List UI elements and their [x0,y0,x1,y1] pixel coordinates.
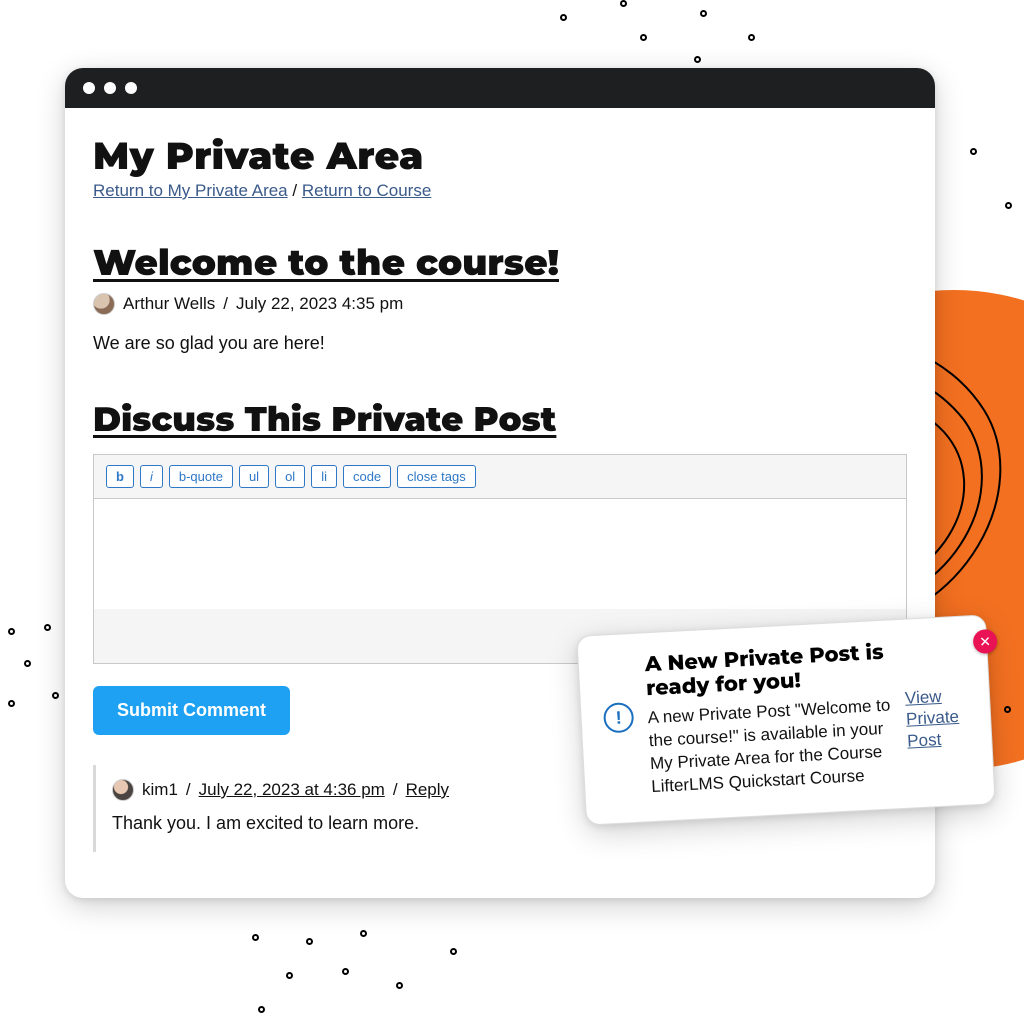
discuss-heading: Discuss This Private Post [93,398,907,440]
decor-dot [748,34,755,41]
avatar [93,293,115,315]
decor-dot [24,660,31,667]
view-private-post-link[interactable]: View Private Post [904,684,971,751]
toolbar-btn-ol[interactable]: ol [275,465,305,488]
decor-dot [1005,202,1012,209]
post-author: Arthur Wells [123,294,215,314]
decor-dot [1004,706,1011,713]
toolbar-btn-italic[interactable]: i [140,465,163,488]
close-glyph: ✕ [979,633,992,651]
breadcrumb-return-course[interactable]: Return to Course [302,181,431,200]
comment-body: Thank you. I am excited to learn more. [112,813,891,834]
comment-sep: / [393,780,398,800]
window-titlebar [65,68,935,108]
decor-dot [396,982,403,989]
toolbar-btn-ul[interactable]: ul [239,465,269,488]
decor-dot [8,628,15,635]
avatar [112,779,134,801]
decor-dot [640,34,647,41]
comment-author: kim1 [142,780,178,800]
comment-sep: / [186,780,191,800]
decor-dot [970,148,977,155]
toolbar-btn-li[interactable]: li [311,465,337,488]
decor-dot [694,56,701,63]
breadcrumb-sep: / [292,181,297,200]
post-meta: Arthur Wells / July 22, 2023 4:35 pm [93,293,907,315]
post-title: Welcome to the course! [93,241,907,285]
editor-toolbar: b i b-quote ul ol li code close tags [94,455,906,499]
decor-dot [44,624,51,631]
breadcrumb-return-area[interactable]: Return to My Private Area [93,181,288,200]
comment-reply-link[interactable]: Reply [406,780,449,800]
breadcrumb: Return to My Private Area / Return to Co… [93,181,907,201]
window-control-min[interactable] [104,82,116,94]
decor-dot [286,972,293,979]
decor-dot [258,1006,265,1013]
window-control-close[interactable] [83,82,95,94]
comment-textarea[interactable] [94,499,906,609]
window-control-max[interactable] [125,82,137,94]
toolbar-btn-code[interactable]: code [343,465,391,488]
decor-dot [52,692,59,699]
decor-dot [252,934,259,941]
page-title: My Private Area [93,132,907,179]
toolbar-btn-closetags[interactable]: close tags [397,465,476,488]
alert-icon: ! [603,702,635,734]
decor-dot [306,938,313,945]
decor-dot [360,930,367,937]
toolbar-btn-bquote[interactable]: b-quote [169,465,233,488]
decor-dot [700,10,707,17]
decor-dot [450,948,457,955]
toolbar-btn-bold[interactable]: b [106,465,134,488]
post-datetime: July 22, 2023 4:35 pm [236,294,403,314]
meta-sep: / [223,294,228,314]
comment-datetime-link[interactable]: July 22, 2023 at 4:36 pm [199,780,385,800]
alert-glyph: ! [615,707,622,728]
decor-dot [620,0,627,7]
notification-body: A new Private Post "Welcome to the cours… [647,695,895,799]
decor-dot [342,968,349,975]
decor-dot [8,700,15,707]
notification-popover: ✕ ! A New Private Post is ready for you!… [576,614,995,825]
submit-comment-button[interactable]: Submit Comment [93,686,290,735]
notification-title: A New Private Post is ready for you! [644,641,890,702]
post-body: We are so glad you are here! [93,333,907,354]
decor-dot [560,14,567,21]
